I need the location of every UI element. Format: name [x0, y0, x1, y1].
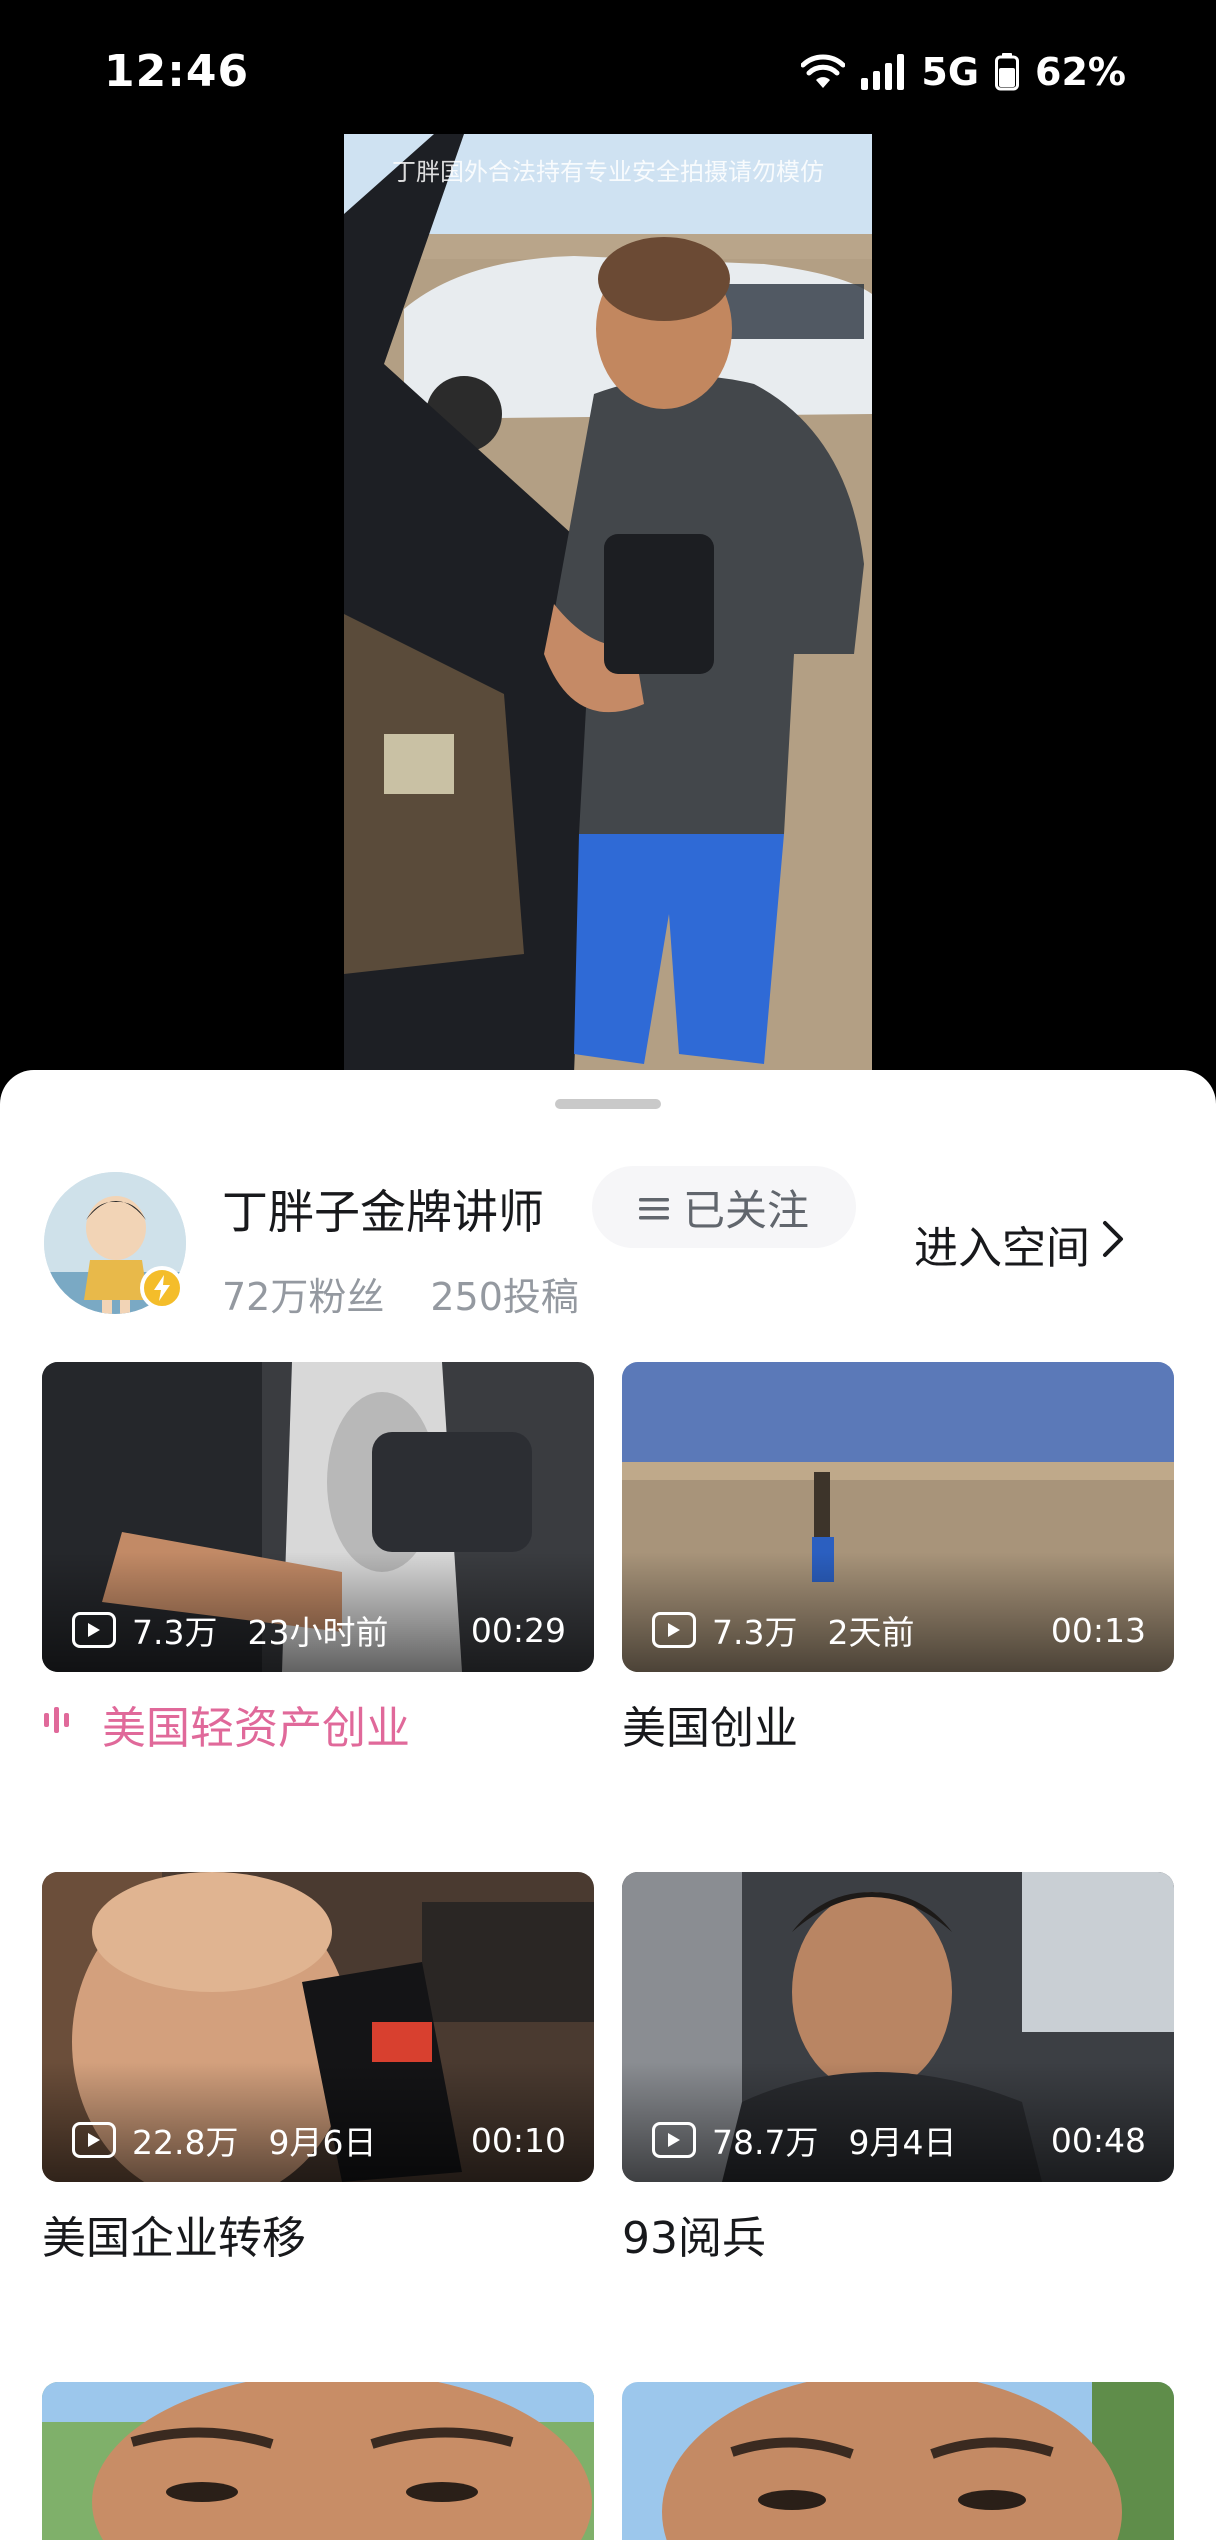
video-thumbnail[interactable]: 7.3万 23小时前 00:29: [42, 1362, 594, 1672]
video-title[interactable]: 93阅兵: [622, 2202, 766, 2266]
battery-icon: [995, 53, 1020, 91]
play-count-icon: [72, 2122, 116, 2158]
video-duration: 00:10: [470, 2120, 566, 2160]
video-duration: 00:13: [1050, 1610, 1146, 1650]
video-title[interactable]: 美国轻资产创业: [102, 1692, 410, 1756]
profile-stats: 72万粉丝 250投稿: [222, 1266, 579, 1321]
enter-space-link[interactable]: 进入空间: [914, 1212, 1126, 1276]
video-duration: 00:29: [470, 1610, 566, 1650]
battery-level: 62%: [1035, 50, 1126, 94]
play-count-icon: [652, 2122, 696, 2158]
thumbnail-meta: 22.8万 9月6日 00:10: [72, 2116, 566, 2164]
play-count-icon: [72, 1612, 116, 1648]
chevron-right-icon: [1100, 1219, 1126, 1270]
video-thumbnail[interactable]: 22.8万 9月6日 00:10: [42, 1872, 594, 2182]
following-button[interactable]: 已关注: [592, 1166, 856, 1248]
thumbnail-meta: 78.7万 9月4日 00:48: [652, 2116, 1146, 2164]
verified-badge-icon: [140, 1266, 184, 1310]
status-time: 12:46: [104, 46, 250, 97]
follower-count: 72万粉丝: [222, 1275, 385, 1319]
video-duration: 00:48: [1050, 2120, 1146, 2160]
video-thumbnail[interactable]: 78.7万 9月4日 00:48: [622, 1872, 1174, 2182]
status-bar: 12:46 5G 62%: [0, 0, 1216, 150]
post-count: 250投稿: [430, 1275, 579, 1319]
following-label: 已关注: [682, 1185, 809, 1235]
upload-date: 2天前: [827, 1613, 915, 1652]
profile-name[interactable]: 丁胖子金牌讲师: [222, 1176, 544, 1242]
view-count: 22.8万: [132, 2123, 239, 2162]
sheet-drag-handle[interactable]: [555, 1099, 661, 1109]
signal-icon: [861, 54, 905, 90]
now-playing-icon: [44, 1706, 69, 1734]
thumbnail-meta: 7.3万 23小时前 00:29: [72, 1606, 566, 1654]
video-title[interactable]: 美国企业转移: [42, 2202, 306, 2266]
video-thumbnail[interactable]: [622, 2382, 1174, 2540]
status-indicators: 5G 62%: [801, 50, 1126, 94]
view-count: 7.3万: [712, 1613, 798, 1652]
wifi-icon: [801, 54, 846, 90]
video-watermark: 丁胖国外合法持有专业安全拍摄请勿模仿: [392, 158, 824, 186]
video-thumbnail[interactable]: [42, 2382, 594, 2540]
enter-space-label: 进入空间: [914, 1223, 1090, 1274]
network-type: 5G: [921, 50, 980, 94]
video-title[interactable]: 美国创业: [622, 1692, 798, 1756]
upload-date: 23小时前: [247, 1613, 389, 1652]
video-frame-illustration: [344, 134, 872, 1074]
menu-icon: [638, 1183, 669, 1232]
screen: 12:46 5G 62% 丁胖国外合法持有专业安全拍摄请勿模仿 丁胖子金牌讲师 …: [0, 0, 1216, 2540]
upload-date: 9月6日: [268, 2123, 377, 2162]
upload-date: 9月4日: [848, 2123, 957, 2162]
thumbnail-meta: 7.3万 2天前 00:13: [652, 1606, 1146, 1654]
play-count-icon: [652, 1612, 696, 1648]
video-player[interactable]: 丁胖国外合法持有专业安全拍摄请勿模仿: [344, 134, 872, 1074]
view-count: 78.7万: [712, 2123, 819, 2162]
view-count: 7.3万: [132, 1613, 218, 1652]
video-thumbnail[interactable]: 7.3万 2天前 00:13: [622, 1362, 1174, 1672]
